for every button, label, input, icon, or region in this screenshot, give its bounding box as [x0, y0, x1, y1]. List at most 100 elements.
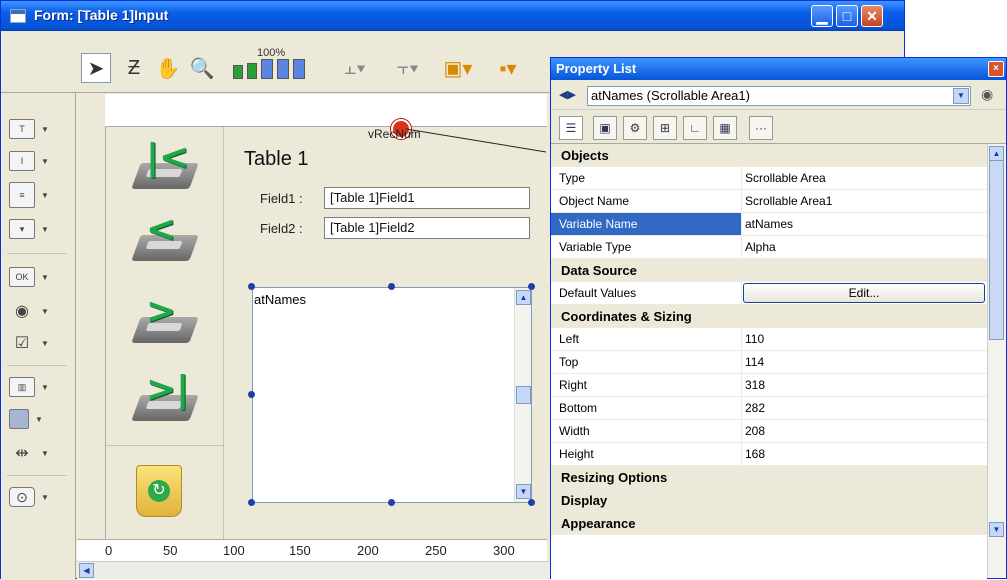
list-tool[interactable]: ≡ ▼ — [9, 181, 65, 209]
object-selector[interactable]: atNames (Scrollable Area1) ▼ — [587, 86, 971, 106]
scroll-thumb[interactable] — [516, 386, 531, 404]
property-value: 168 — [745, 447, 766, 461]
property-value: 318 — [745, 378, 766, 392]
property-row[interactable]: Width 208 — [551, 420, 987, 443]
canvas-margin — [77, 94, 105, 539]
progress-tool[interactable]: ▥ ▼ — [9, 373, 65, 401]
text-tool-icon: T — [9, 119, 35, 139]
property-row[interactable]: Height 168 — [551, 443, 987, 466]
section-coordinates[interactable]: Coordinates & Sizing — [551, 305, 987, 328]
splitter-tool[interactable]: ⇹ ▼ — [9, 439, 65, 467]
section-resizing[interactable]: Resizing Options — [551, 466, 987, 489]
tab-more-icon[interactable]: ··· — [749, 116, 773, 140]
scroll-up-icon[interactable]: ▲ — [516, 290, 531, 305]
section-appearance-label: Appearance — [561, 516, 636, 531]
selection-handle[interactable] — [388, 283, 395, 290]
window-titlebar[interactable]: Form: [Table 1]Input ▁ □ ✕ — [1, 1, 904, 31]
property-row[interactable]: Left 110 — [551, 328, 987, 351]
field-tool[interactable]: I ▼ — [9, 147, 65, 175]
hand-tool-icon[interactable]: ✋ — [153, 53, 183, 83]
prev-next-object-icon[interactable]: ◀▶ — [559, 88, 576, 101]
ruler-tick: 200 — [357, 543, 379, 558]
selection-handle[interactable] — [248, 283, 255, 290]
section-display[interactable]: Display — [551, 489, 987, 512]
previous-record-button[interactable]: < — [131, 207, 199, 269]
ruler-tick: 0 — [105, 543, 113, 558]
section-appearance[interactable]: Appearance — [551, 512, 987, 535]
rectangle-tool[interactable]: ▼ — [9, 405, 65, 433]
property-key: Top — [559, 355, 579, 369]
options-icon[interactable]: ◉ — [981, 86, 993, 103]
next-record-button[interactable]: > — [131, 289, 199, 351]
zoom-levels[interactable]: 100% — [223, 47, 323, 83]
tab-layout-icon[interactable]: ⊞ — [653, 116, 677, 140]
scrollable-area[interactable]: atNames ▲ ▼ — [252, 287, 532, 503]
selection-handle[interactable] — [388, 499, 395, 506]
property-row[interactable]: Default Values Edit... — [551, 282, 987, 305]
close-button[interactable]: ✕ — [861, 5, 883, 27]
minimize-button[interactable]: ▁ — [811, 5, 833, 27]
checkbox-tool[interactable]: ☑ ▼ — [9, 329, 65, 357]
tab-graph-icon[interactable]: ∟ — [683, 116, 707, 140]
ruler-tick: 250 — [425, 543, 447, 558]
scroll-thumb[interactable] — [989, 160, 1004, 340]
last-record-button[interactable]: >| — [131, 367, 199, 429]
property-row[interactable]: Bottom 282 — [551, 397, 987, 420]
section-resizing-label: Resizing Options — [561, 470, 668, 485]
radio-tool[interactable]: ◉ ▼ — [9, 297, 65, 325]
property-row[interactable]: Top 114 — [551, 351, 987, 374]
property-row[interactable]: Object Name Scrollable Area1 — [551, 190, 987, 213]
property-row[interactable]: Right 318 — [551, 374, 987, 397]
first-record-button[interactable]: |< — [131, 135, 199, 197]
text-tool[interactable]: T ▼ — [9, 115, 65, 143]
plugin-tool[interactable]: ⊙ ▼ — [9, 483, 65, 511]
dropdown-tool[interactable]: ▾ ▼ — [9, 215, 65, 243]
scroll-down-icon[interactable]: ▼ — [516, 484, 531, 499]
next-record-icon: > — [146, 291, 177, 332]
property-row[interactable]: Variable Type Alpha — [551, 236, 987, 259]
section-objects[interactable]: Objects — [551, 144, 987, 167]
group-icon[interactable]: ▪▾ — [491, 53, 525, 83]
field2-input[interactable]: [Table 1]Field2 — [324, 217, 530, 239]
tab-settings-icon[interactable]: ⚙ — [623, 116, 647, 140]
selection-handle[interactable] — [248, 391, 255, 398]
selection-handle[interactable] — [248, 499, 255, 506]
tab-objects-icon[interactable]: ▣ — [593, 116, 617, 140]
arrange-icon[interactable]: ▣▾ — [441, 53, 475, 83]
form-area[interactable]: |< < > >| ↻ vRecNum Table 1 Field1 : [Ta… — [105, 119, 547, 539]
align-icon[interactable]: ⫠▾ — [339, 53, 371, 83]
scroll-down-icon[interactable]: ▼ — [989, 522, 1004, 537]
distribute-icon[interactable]: ⫟▾ — [391, 53, 425, 83]
plugin-tool-icon: ⊙ — [9, 487, 35, 507]
scroll-up-icon[interactable]: ▲ — [989, 146, 1004, 161]
property-value: atNames — [745, 217, 794, 231]
tab-display-icon[interactable]: ▦ — [713, 116, 737, 140]
area-scrollbar[interactable]: ▲ ▼ — [514, 288, 531, 502]
tab-list-icon[interactable]: ☰ — [559, 116, 583, 140]
field1-input[interactable]: [Table 1]Field1 — [324, 187, 530, 209]
selection-handle[interactable] — [528, 283, 535, 290]
property-key: Right — [559, 378, 588, 392]
property-key: Default Values — [559, 286, 637, 300]
property-value: Scrollable Area1 — [745, 194, 833, 208]
property-list-title: Property List — [556, 61, 637, 76]
entry-order-icon[interactable]: Ƶ — [119, 53, 149, 83]
property-list-close-icon[interactable]: × — [988, 61, 1004, 77]
property-key: Height — [559, 447, 594, 461]
property-row-selected[interactable]: Variable Name atNames — [551, 213, 987, 236]
property-row[interactable]: Type Scrollable Area — [551, 167, 987, 190]
property-list-scrollbar[interactable]: ▲ ▼ — [987, 144, 1006, 578]
arrow-tool-icon[interactable]: ➤ — [81, 53, 111, 83]
property-value: Alpha — [745, 240, 776, 254]
maximize-button[interactable]: □ — [836, 5, 858, 27]
rectangle-tool-icon — [9, 409, 29, 429]
zoom-tool-icon[interactable]: 🔍 — [187, 53, 217, 83]
delete-record-button[interactable]: ↻ — [136, 465, 182, 517]
property-list-titlebar[interactable]: Property List × — [551, 58, 1006, 80]
section-data-source[interactable]: Data Source — [551, 259, 987, 282]
edit-default-values-button[interactable]: Edit... — [743, 283, 985, 303]
chevron-down-icon[interactable]: ▼ — [953, 88, 969, 104]
scroll-left-icon[interactable]: ◀ — [79, 563, 94, 578]
selection-handle[interactable] — [528, 499, 535, 506]
button-tool[interactable]: OK ▼ — [9, 263, 65, 291]
